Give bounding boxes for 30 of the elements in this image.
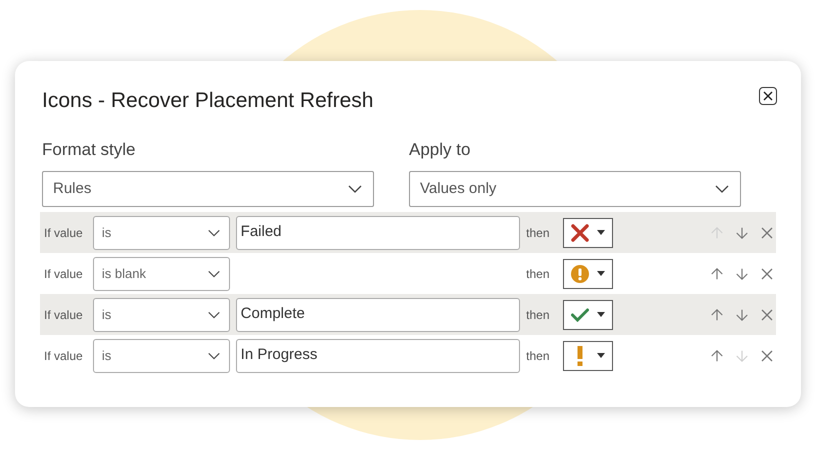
then-label: then: [526, 224, 550, 242]
field-label: Format style: [42, 139, 137, 161]
then-label: then: [526, 266, 551, 282]
dropdown[interactable]: Values only: [409, 171, 741, 207]
caret-icon: [597, 271, 606, 276]
icon-picker[interactable]: [563, 258, 614, 288]
icon-picker[interactable]: [563, 340, 613, 370]
field-label: Apply to: [409, 139, 472, 161]
value-field[interactable]: Complete: [236, 298, 520, 332]
rule-prefix: If value: [44, 306, 84, 324]
dialog-title: Icons - Recover Placement Refresh: [42, 88, 374, 114]
condition-dropdown[interactable]: is: [92, 338, 230, 372]
icon-picker[interactable]: [563, 300, 613, 330]
caret-icon: [597, 312, 606, 317]
rule-prefix: If value: [44, 348, 84, 364]
value-field[interactable]: Failed: [236, 216, 520, 250]
then-label: then: [526, 348, 550, 364]
icon-picker[interactable]: [563, 218, 613, 248]
close-button[interactable]: [759, 87, 777, 105]
value-field[interactable]: In Progress: [236, 338, 520, 372]
dropdown[interactable]: Rules: [42, 171, 374, 207]
condition-dropdown[interactable]: is blank: [92, 256, 230, 290]
caret-icon: [597, 353, 606, 358]
rule-prefix: If value: [44, 266, 84, 282]
condition-dropdown[interactable]: is: [92, 216, 230, 250]
close-icon: [763, 91, 773, 101]
caret-icon: [597, 230, 606, 235]
condition-dropdown[interactable]: is: [92, 298, 230, 332]
then-label: then: [526, 306, 550, 324]
rule-prefix: If value: [44, 224, 84, 242]
